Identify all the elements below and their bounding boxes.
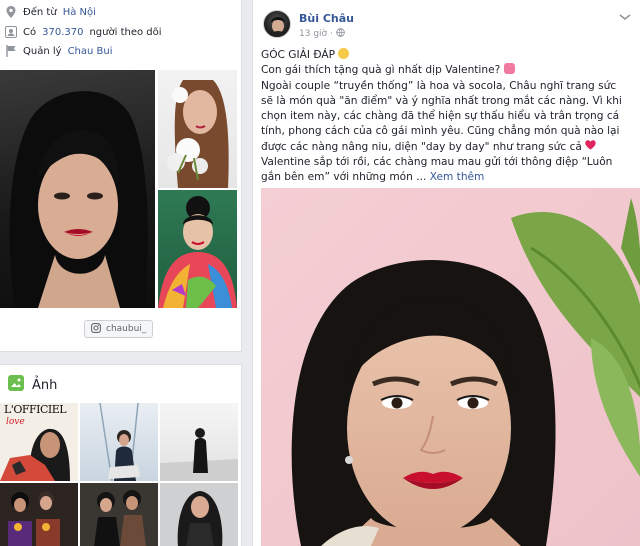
followers-icon (5, 26, 17, 38)
heart-emoji-icon (585, 140, 596, 153)
flag-icon (5, 45, 17, 57)
featured-photo-flowers[interactable] (158, 70, 237, 188)
intro-followers-suffix: người theo dõi (89, 26, 162, 38)
thinking-emoji-icon (338, 48, 350, 59)
post-line-paragraph: Ngoài couple “truyền thống” là hoa và so… (261, 79, 631, 155)
post-card: Bùi Châu 13 giờ · GÓC GIẢI ĐÁP Con gái t… (252, 0, 640, 546)
left-column: Đến từ Hà Nội Có 370.370 người theo dõi … (0, 0, 242, 546)
post-line-closing: Valentine sắp tới rồi, các chàng mau mau… (261, 155, 631, 186)
intro-followers-prefix: Có (23, 26, 37, 38)
instagram-icon (91, 322, 101, 336)
photos-title: Ảnh (32, 377, 58, 393)
post-photo[interactable] (261, 188, 640, 546)
photo-thumb-3[interactable] (160, 403, 238, 481)
location-pin-icon (5, 6, 17, 18)
photo-thumb-4[interactable] (0, 483, 78, 546)
photos-card: Ảnh L'OFFICIEL love (0, 364, 242, 546)
intro-followers-count[interactable]: 370.370 (42, 27, 83, 38)
gift-emoji-icon (503, 63, 515, 75)
post-timestamp[interactable]: 13 giờ (299, 29, 327, 39)
featured-photo-main[interactable] (0, 70, 155, 308)
photos-header[interactable]: Ảnh (8, 375, 57, 395)
photo-thumb-2[interactable] (80, 403, 158, 481)
intro-from-link[interactable]: Hà Nội (63, 7, 96, 18)
intro-managed-row: Quản lý Chau Bui (5, 43, 113, 59)
dot-separator: · (330, 29, 333, 39)
post-author-name[interactable]: Bùi Châu (299, 12, 354, 25)
see-more-link[interactable]: Xem thêm (430, 171, 485, 183)
intro-card: Đến từ Hà Nội Có 370.370 người theo dõi … (0, 0, 242, 352)
chevron-down-icon[interactable] (618, 12, 632, 22)
photo-thumb-6[interactable] (160, 483, 238, 546)
author-avatar[interactable] (263, 10, 291, 38)
post-meta: 13 giờ · (299, 28, 345, 40)
intro-managed-link[interactable]: Chau Bui (68, 46, 113, 57)
photo-thumb-5[interactable] (80, 483, 158, 546)
post-heading-text: GÓC GIẢI ĐÁP (261, 49, 336, 61)
globe-icon[interactable] (336, 28, 345, 40)
intro-from-row: Đến từ Hà Nội (5, 4, 96, 20)
instagram-badge[interactable]: chaubui_ (84, 320, 154, 338)
intro-from-prefix: Đến từ (23, 6, 57, 18)
photo-thumb-1[interactable]: L'OFFICIEL love (0, 403, 78, 481)
post-body: GÓC GIẢI ĐÁP Con gái thích tặng quà gì n… (261, 48, 631, 186)
post-line-heading: GÓC GIẢI ĐÁP (261, 48, 631, 63)
intro-managed-prefix: Quản lý (23, 45, 62, 57)
photos-icon (8, 375, 24, 395)
featured-photo-colorful[interactable] (158, 190, 237, 308)
intro-followers-row: Có 370.370 người theo dõi (5, 24, 162, 40)
instagram-handle: chaubui_ (106, 324, 147, 334)
post-question-text: Con gái thích tặng quà gì nhất dịp Valen… (261, 64, 501, 77)
post-paragraph-text: Ngoài couple “truyền thống” là hoa và so… (261, 79, 622, 153)
post-line-question: Con gái thích tặng quà gì nhất dịp Valen… (261, 63, 631, 78)
